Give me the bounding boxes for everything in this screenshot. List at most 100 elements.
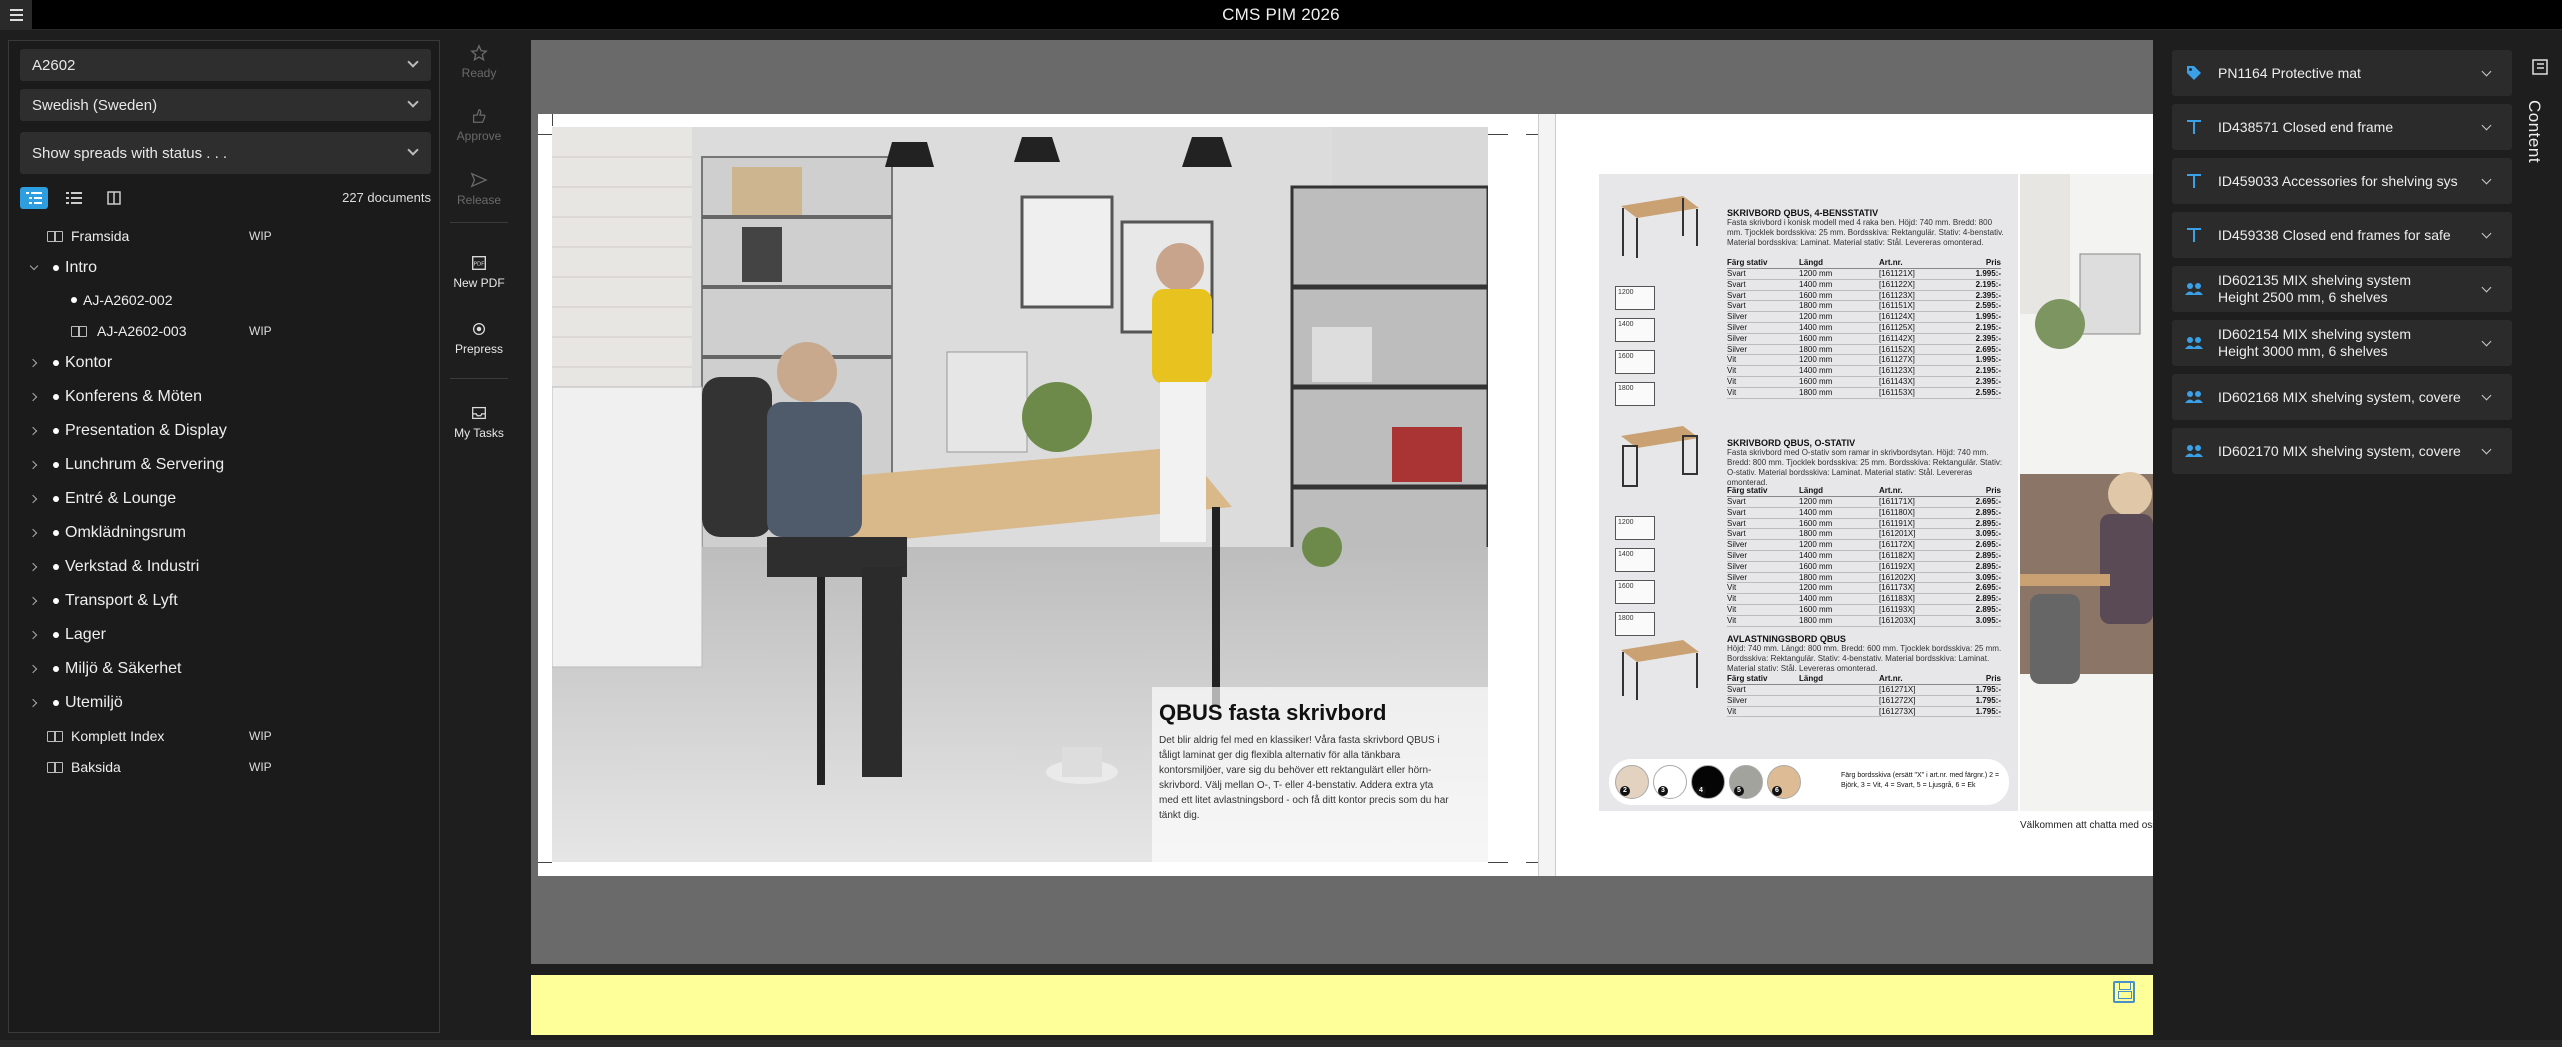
inbox-icon	[472, 406, 486, 420]
content-item[interactable]: ID459338 Closed end frames for safe	[2172, 212, 2512, 258]
group-icon	[2184, 387, 2204, 407]
content-item-label: ID602135 MIX shelving system Height 2500 …	[2218, 272, 2468, 306]
spread-headline[interactable]: QBUS fasta skrivbord	[1159, 700, 1386, 726]
size-label: 1200	[1615, 286, 1655, 310]
tree-item-aj-a2602-003[interactable]: AJ-A2602-003 WIP	[9, 316, 439, 346]
price-table-cell: 2.395:-	[1975, 376, 2001, 386]
chevron-right-icon[interactable]	[29, 698, 39, 708]
tree-item-label: Lunchrum & Servering	[65, 456, 225, 473]
chevron-right-icon[interactable]	[29, 358, 39, 368]
list-view-button[interactable]	[60, 187, 88, 209]
price-table-cell: 1600 mm	[1799, 376, 1833, 386]
ready-button[interactable]: Ready	[444, 44, 514, 80]
price-table-cell: 2.595:-	[1975, 387, 2001, 397]
chevron-down-icon[interactable]	[2481, 120, 2492, 131]
chevron-down-icon	[407, 56, 419, 68]
tree-item-verkstad[interactable]: Verkstad & Industri	[9, 552, 439, 582]
chevron-down-icon[interactable]	[2481, 336, 2492, 347]
price-table-header-cell: Pris	[1985, 258, 2001, 267]
tree-item-presentation[interactable]: Presentation & Display	[9, 416, 439, 446]
chevron-right-icon[interactable]	[29, 596, 39, 606]
chevron-down-icon[interactable]	[2481, 390, 2492, 401]
tree-item-entre[interactable]: Entré & Lounge	[9, 484, 439, 514]
spread-canvas[interactable]: QBUS fasta skrivbord Det blir aldrig fel…	[531, 40, 2153, 964]
price-table-header-cell: Art.nr.	[1879, 674, 1903, 683]
content-item[interactable]: PN1164 Protective mat	[2172, 50, 2512, 96]
approve-button[interactable]: Approve	[444, 107, 514, 143]
tree-item-miljo[interactable]: Miljö & Säkerhet	[9, 654, 439, 684]
price-table-header-cell: Längd	[1799, 674, 1823, 683]
chat-caption: Välkommen att chatta med oss	[2020, 820, 2153, 831]
tree-item-aj-a2602-002[interactable]: AJ-A2602-002	[9, 285, 439, 315]
chevron-right-icon[interactable]	[29, 494, 39, 504]
bullet-icon	[53, 265, 59, 271]
size-label: 1600	[1615, 350, 1655, 374]
content-side-tab[interactable]: Content	[2518, 40, 2562, 240]
bullet-icon	[53, 632, 59, 638]
content-item[interactable]: ID602170 MIX shelving system, covere	[2172, 428, 2512, 474]
tree-item-konferens[interactable]: Konferens & Möten	[9, 382, 439, 412]
chevron-down-icon[interactable]	[2481, 228, 2492, 239]
chevron-right-icon[interactable]	[29, 528, 39, 538]
tree-view-button[interactable]	[20, 187, 48, 209]
price-table-cell: Svart	[1727, 507, 1746, 517]
chevron-down-icon[interactable]	[2481, 444, 2492, 455]
price-table: Färg stativ Längd Art.nr. Pris Svart 1200 mm […	[1727, 486, 2001, 627]
notes-bar[interactable]	[531, 975, 2153, 1035]
tree-item-transport[interactable]: Transport & Lyft	[9, 586, 439, 616]
language-select[interactable]: Swedish (Sweden)	[20, 89, 431, 121]
my-tasks-button[interactable]: My Tasks	[444, 404, 514, 440]
price-table-row: Vit 1400 mm [161183X] 2.895:-	[1727, 594, 2001, 605]
chevron-right-icon[interactable]	[29, 392, 39, 402]
chevron-right-icon[interactable]	[29, 664, 39, 674]
tree-item-kontor[interactable]: Kontor	[9, 348, 439, 378]
price-table-cell: Svart	[1727, 269, 1746, 278]
price-table-row: Svart 1400 mm [161122X] 2.195:-	[1727, 280, 2001, 291]
product-description: Fasta skrivbord i konisk modell med 4 ra…	[1727, 218, 2004, 247]
tree-item-komplett-index[interactable]: Komplett Index WIP	[9, 721, 439, 751]
product-catalog-page[interactable]: 1200 1400 1600 1800 SKRIVBORD QBUS, 4-BE…	[1599, 174, 2018, 811]
tree-item-lunchrum[interactable]: Lunchrum & Servering	[9, 450, 439, 480]
chevron-down-icon[interactable]	[2481, 66, 2492, 77]
prepress-button[interactable]: Prepress	[444, 320, 514, 356]
status-filter-select[interactable]: Show spreads with status . . .	[20, 132, 431, 174]
chevron-right-icon[interactable]	[29, 426, 39, 436]
tree-item-lager[interactable]: Lager	[9, 620, 439, 650]
tree-item-label: Komplett Index	[71, 728, 165, 744]
price-table-cell: 1200 mm	[1799, 355, 1833, 365]
price-table-cell: 1200 mm	[1799, 583, 1833, 593]
save-icon[interactable]	[2113, 981, 2135, 1003]
menu-icon[interactable]	[0, 0, 32, 30]
spread-view-button[interactable]	[100, 187, 128, 209]
tree-item-utemiljo[interactable]: Utemiljö	[9, 688, 439, 718]
content-item-label: ID602170 MIX shelving system, covere	[2218, 442, 2461, 459]
price-table-cell: 1800 mm	[1799, 615, 1833, 625]
chevron-right-icon[interactable]	[29, 630, 39, 640]
content-item[interactable]: ID602135 MIX shelving system Height 2500 …	[2172, 266, 2512, 312]
price-table: Färg stativ Längd Art.nr. Pris Svart [161271X…	[1727, 674, 2001, 718]
chevron-down-icon[interactable]	[2481, 282, 2492, 293]
chevron-down-icon[interactable]	[29, 263, 39, 273]
chevron-right-icon[interactable]	[29, 460, 39, 470]
chevron-right-icon[interactable]	[29, 562, 39, 572]
publication-select[interactable]: A2602	[20, 49, 431, 81]
spread-body-copy[interactable]: Det blir aldrig fel med en klassiker! Vå…	[1159, 733, 1449, 823]
tree-item-omkladningsrum[interactable]: Omklädningsrum	[9, 518, 439, 548]
tree-item-intro[interactable]: Intro	[9, 253, 439, 283]
price-table-cell: Silver	[1727, 312, 1748, 322]
release-button[interactable]: Release	[444, 171, 514, 207]
content-item[interactable]: ID438571 Closed end frame	[2172, 104, 2512, 150]
tree-item-baksida[interactable]: Baksida WIP	[9, 752, 439, 782]
content-item[interactable]: ID602154 MIX shelving system Height 3000 …	[2172, 320, 2512, 366]
tree-item-framsida[interactable]: Framsida WIP	[9, 221, 439, 251]
text-icon	[2184, 117, 2204, 137]
chevron-down-icon[interactable]	[2481, 174, 2492, 185]
new-pdf-button[interactable]: PDF New PDF	[444, 254, 514, 290]
publication-value: A2602	[32, 56, 76, 74]
size-diagrams: 1200 1400 1600 1800	[1615, 286, 1659, 414]
content-item[interactable]: ID459033 Accessories for shelving sys	[2172, 158, 2512, 204]
spread-page[interactable]: QBUS fasta skrivbord Det blir aldrig fel…	[538, 114, 2153, 876]
tree-item-label: Konferens & Möten	[65, 388, 202, 405]
content-item[interactable]: ID602168 MIX shelving system, covere	[2172, 374, 2512, 420]
status-badge: WIP	[249, 760, 272, 774]
